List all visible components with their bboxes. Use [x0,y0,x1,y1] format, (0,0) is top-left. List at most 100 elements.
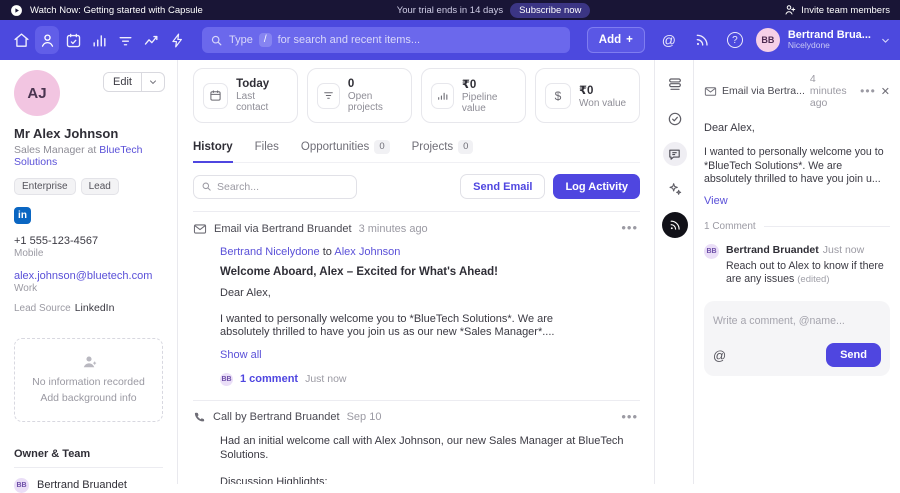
email-subject: Welcome Aboard, Alex – Excited for What'… [220,266,640,278]
mention-icon[interactable]: @ [657,28,681,52]
search-icon [210,34,223,47]
stack-icon[interactable] [663,72,687,96]
lead-source: Lead SourceLinkedIn [14,302,163,314]
help-icon[interactable]: ? [723,28,747,52]
phone-icon [193,411,206,424]
entry-type: Email via Bertrand Bruandet [214,223,352,235]
count-badge: 0 [374,140,389,154]
more-menu-icon[interactable]: ••• [860,84,876,98]
chevron-down-icon[interactable] [141,73,164,91]
stat-cards: TodayLast contact 0Open projects ₹0Pipel… [193,68,640,123]
phone-label: Mobile [14,248,163,259]
play-icon[interactable] [10,4,23,17]
tag-lead[interactable]: Lead [81,178,119,195]
log-activity-button[interactable]: Log Activity [553,174,640,199]
tab-history[interactable]: History [193,136,233,163]
add-button[interactable]: Add + [587,27,645,53]
email-detail-panel: Email via Bertra... 4 minutes ago ••• ✕ … [695,60,900,484]
entry-time: Sep 10 [347,411,382,423]
phone-number[interactable]: +1 555-123-4567 [14,235,163,247]
commenter-avatar: BB [220,373,233,386]
tab-projects[interactable]: Projects0 [412,136,474,162]
entry-type: Call by Bertrand Bruandet [213,411,340,423]
call-notes: Had an initial welcome call with Alex Jo… [220,435,640,484]
more-menu-icon[interactable]: ••• [621,220,638,235]
sales-chart-icon[interactable] [87,26,111,54]
filter-list-icon[interactable] [114,26,138,54]
stat-pipeline-value: ₹0Pipeline value [421,68,526,123]
comment-time: Just now [823,244,864,256]
user-avatar[interactable]: BB [756,28,780,52]
history-search-input[interactable] [217,181,349,193]
email-greeting: Dear Alex, [220,287,640,301]
comment-composer[interactable]: @ Send [704,301,890,376]
search-icon [201,181,212,192]
owner-team-heading: Owner & Team [14,448,163,468]
edited-flag: (edited) [797,274,829,285]
close-icon[interactable]: ✕ [881,85,890,98]
signal-icon[interactable] [662,212,688,238]
comment-summary[interactable]: BB 1 comment Just now [220,373,640,386]
send-email-button[interactable]: Send Email [460,174,545,199]
email-body: I wanted to personally welcome you to *B… [220,313,640,340]
tag-list: Enterprise Lead [14,178,163,195]
projects-icon [317,83,340,109]
send-button[interactable]: Send [826,343,881,367]
lightning-icon[interactable] [166,26,190,54]
commenter-avatar: BB [704,244,719,259]
panel-greeting: Dear Alex, [704,122,890,134]
user-menu[interactable]: Bertrand Brua... Nicelydone [788,29,871,51]
envelope-icon [193,222,207,236]
tag-enterprise[interactable]: Enterprise [14,178,76,195]
stat-open-projects: 0Open projects [307,68,412,123]
subscribe-button[interactable]: Subscribe now [510,3,590,18]
contact-name: Mr Alex Johnson [14,126,163,141]
broadcast-icon[interactable] [690,28,714,52]
trial-banner: Watch Now: Getting started with Capsule … [0,0,900,20]
history-search[interactable] [193,175,357,199]
main-navbar: Type / for search and recent items... Ad… [0,20,900,60]
edit-button[interactable]: Edit [103,72,165,92]
count-badge: 0 [458,140,473,154]
entry-time: 3 minutes ago [359,223,428,235]
panel-time: 4 minutes ago [810,73,849,109]
mention-icon[interactable]: @ [713,348,726,363]
tab-opportunities[interactable]: Opportunities0 [301,136,390,162]
watch-now-link[interactable]: Watch Now: Getting started with Capsule [30,5,203,16]
person-add-icon [23,353,154,371]
sender-link[interactable]: Bertrand Nicelydone [220,246,320,258]
history-entry-email: Email via Bertrand Bruandet 3 minutes ag… [193,211,640,386]
calendar-icon[interactable] [61,26,85,54]
panel-body: I wanted to personally welcome you to *B… [704,146,890,187]
more-menu-icon[interactable]: ••• [621,409,638,424]
home-icon[interactable] [9,26,33,54]
comment-author: Bertrand Bruandet [726,244,819,256]
owner-row[interactable]: BB Bertrand Bruandet [14,478,163,493]
trend-icon[interactable] [140,26,164,54]
linkedin-icon[interactable]: in [14,207,31,224]
view-link[interactable]: View [704,195,890,207]
panel-title: Email via Bertra... [722,85,805,97]
side-rail [656,60,694,484]
comments-icon[interactable] [663,142,687,166]
slash-key: / [259,33,272,47]
email-label: Work [14,283,163,294]
show-all-link[interactable]: Show all [220,349,640,361]
email-link[interactable]: alex.johnson@bluetech.com [14,270,163,282]
tab-files[interactable]: Files [255,136,279,162]
invite-team-button[interactable]: Invite team members [784,4,890,16]
recipient-link[interactable]: Alex Johnson [334,246,400,258]
history-entry-call: Call by Bertrand Bruandet Sep 10 ••• Had… [193,400,640,484]
global-search-input[interactable]: Type / for search and recent items... [202,27,570,53]
email-from-to: Bertrand Nicelydone to Alex Johnson [220,246,640,258]
sparkles-icon[interactable] [663,177,687,201]
trial-countdown: Your trial ends in 14 days [397,5,503,16]
comment-input[interactable] [713,315,881,327]
chevron-down-icon[interactable] [880,35,891,46]
owner-avatar: BB [14,478,29,493]
stat-won-value: $ ₹0Won value [535,68,640,123]
contacts-icon[interactable] [35,26,59,54]
add-background-info-box[interactable]: No information recorded Add background i… [14,338,163,422]
contact-main: TodayLast contact 0Open projects ₹0Pipel… [179,60,655,484]
check-circle-icon[interactable] [663,107,687,131]
